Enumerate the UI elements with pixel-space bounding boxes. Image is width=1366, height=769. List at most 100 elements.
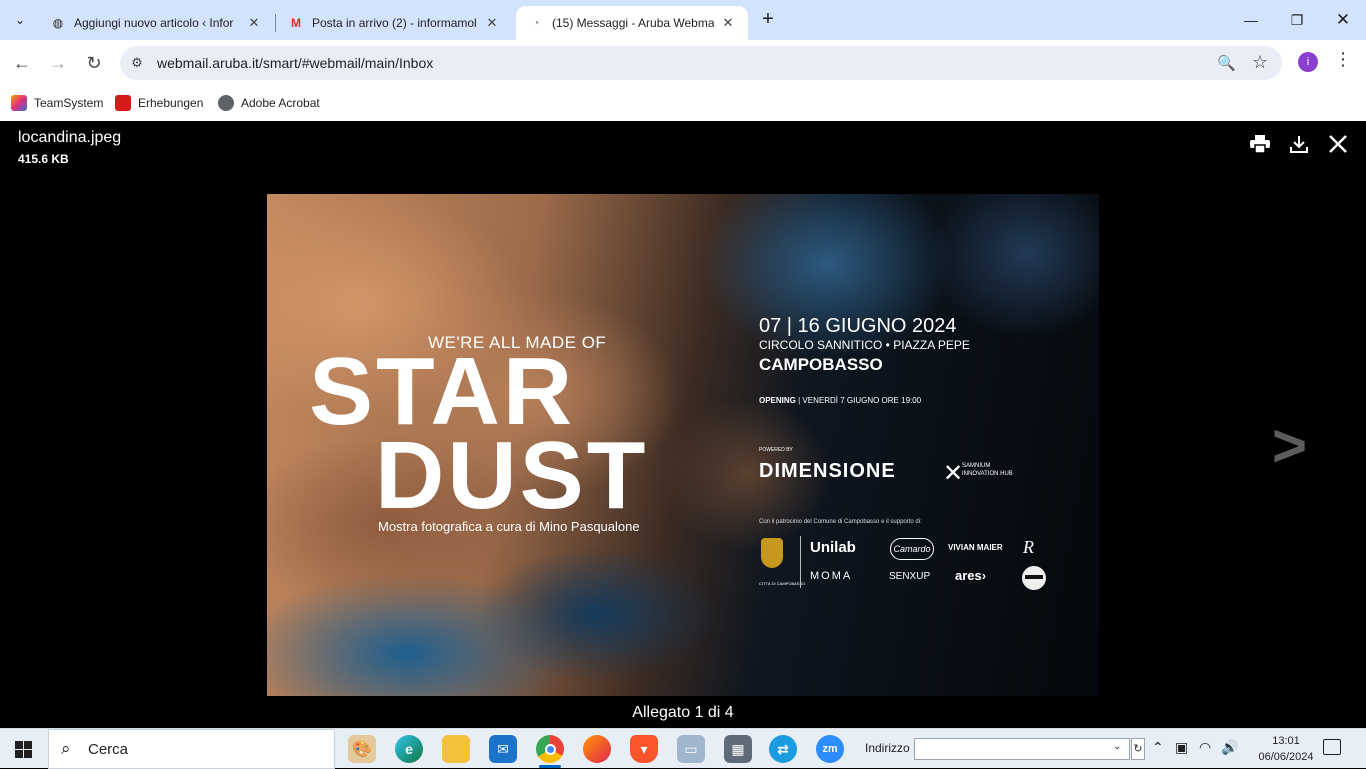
bookmark-label: Erhebungen (138, 96, 204, 110)
poster-venue: CIRCOLO SANNITICO • PIAZZA PEPE (759, 338, 970, 352)
poster-title-dust: DUST (375, 422, 649, 529)
system-clock[interactable]: 13:01 06/06/2024 (1256, 733, 1316, 765)
windows-logo-icon (24, 750, 32, 758)
file-size: 415.6 KB (18, 152, 69, 166)
moma-logo: MOMA (810, 570, 853, 582)
teamviewer-app-icon[interactable]: ⇄ (769, 735, 797, 763)
print-button[interactable] (1247, 131, 1273, 157)
address-go-button[interactable]: ↻ (1131, 738, 1145, 760)
poster-dates: 07 | 16 GIUGNO 2024 (759, 315, 957, 337)
reload-button[interactable]: ↻ (81, 50, 107, 76)
close-tab-icon[interactable]: ✕ (246, 15, 262, 31)
close-icon (1329, 135, 1347, 153)
tab-aruba-webmail[interactable]: ◔ (15) Messaggi - Aruba Webmail ✕ (516, 6, 748, 40)
next-attachment-button[interactable]: > (1272, 411, 1307, 480)
address-toolbar-label: Indirizzo (865, 741, 910, 755)
zoom-app-icon[interactable]: zm (816, 735, 844, 763)
file-explorer-icon[interactable] (442, 735, 470, 763)
meet-now-icon[interactable]: ▣ (1175, 739, 1188, 756)
bookmarks-bar: TeamSystem Erhebungen Adobe Acrobat (0, 86, 1366, 121)
edge-app-icon[interactable]: e (395, 735, 423, 763)
chrome-center-icon (544, 743, 556, 755)
windows-logo-icon (15, 741, 23, 749)
minimize-icon: — (1244, 12, 1258, 28)
url-text[interactable]: webmail.aruba.it/smart/#webmail/main/Inb… (157, 55, 433, 71)
campobasso-crest-icon (761, 538, 783, 568)
arrow-right-icon: → (49, 52, 67, 73)
tab-gmail[interactable]: M Posta in arrivo (2) - informamol ✕ (276, 6, 512, 40)
close-window-button[interactable]: ✕ (1320, 0, 1366, 40)
download-button[interactable] (1286, 131, 1312, 157)
profile-avatar[interactable]: i (1298, 52, 1318, 72)
tab-strip: ⌄ ◍ Aggiungi nuovo articolo ‹ Infor ✕ M … (0, 0, 1366, 40)
zoom-icon[interactable]: 🔍 (1217, 54, 1236, 72)
bookmark-label: TeamSystem (34, 96, 104, 110)
menu-kebab-icon[interactable]: ⋮ (1334, 49, 1352, 70)
poster-subtitle: Mostra fotografica a cura di Mino Pasqua… (378, 519, 640, 534)
chrome-app-icon[interactable] (536, 735, 564, 763)
tab-wordpress[interactable]: ◍ Aggiungi nuovo articolo ‹ Infor ✕ (38, 6, 274, 40)
poster-patronage: Con il patrocinio del Comune di Campobas… (759, 519, 922, 525)
address-toolbar-input[interactable] (914, 738, 1130, 760)
bookmark-adobe-acrobat[interactable]: Adobe Acrobat (218, 93, 320, 113)
attachment-viewer: locandina.jpeg 415.6 KB WE'RE ALL MADE O… (0, 121, 1366, 728)
sponsor-divider (800, 536, 801, 588)
bookmark-star-icon[interactable]: ☆ (1252, 52, 1268, 73)
search-icon: ⌕ (61, 739, 71, 758)
windows-logo-icon (15, 750, 23, 758)
mail-app-icon[interactable]: ✉ (489, 735, 517, 763)
calculator-app-icon[interactable]: ▦ (724, 735, 752, 763)
forward-button[interactable]: → (45, 50, 71, 76)
close-tab-icon[interactable]: ✕ (720, 15, 736, 31)
erhebungen-icon (115, 95, 131, 111)
aruba-icon: ◔ (532, 16, 540, 30)
notification-icon[interactable] (1323, 739, 1341, 755)
clock-time: 13:01 (1272, 735, 1300, 747)
r-logo: R (1023, 537, 1034, 557)
unilab-logo: Unilab (810, 539, 856, 556)
minimize-button[interactable]: — (1228, 0, 1274, 40)
samnium-logo-icon: ✕ (943, 460, 964, 487)
bookmark-erhebungen[interactable]: Erhebungen (115, 93, 203, 113)
taskbar: ⌕ Cerca 🎨 e ✉ ▾ ▭ ▦ ⇄ zm Indirizzo ⌄ ↻ ⌃… (0, 728, 1366, 769)
dimensione-logo: DIMENSIONE (759, 460, 896, 482)
file-name: locandina.jpeg (18, 129, 122, 146)
comune-label: CITTÀ DI CAMPOBASSO (759, 581, 806, 586)
download-icon (1290, 136, 1308, 153)
poster-powered-by: POWERED BY (759, 447, 793, 453)
new-tab-button[interactable]: + (757, 9, 779, 31)
printer-icon (1250, 135, 1270, 153)
teamsystem-icon (11, 95, 27, 111)
chevron-down-icon[interactable]: ⌄ (1113, 741, 1121, 752)
search-placeholder: Cerca (88, 741, 129, 758)
site-settings-icon[interactable]: ⚙ (129, 55, 145, 71)
wifi-icon[interactable]: ◠ (1199, 739, 1211, 756)
windows-logo-icon (24, 741, 32, 749)
camardo-logo: Camardo (890, 538, 934, 560)
address-bar[interactable]: ⚙ webmail.aruba.it/smart/#webmail/main/I… (120, 46, 1282, 80)
windows-start-button[interactable] (15, 741, 32, 758)
samnium-logo-text: SAMNIUM INNOVATION HUB (962, 463, 1013, 477)
poster-city: CAMPOBASSO (759, 355, 883, 374)
paint-app-icon[interactable]: 🎨 (348, 735, 376, 763)
poster-opening: OPENING | VENERDÌ 7 GIUGNO ORE 19:00 (759, 396, 921, 405)
taskbar-search[interactable]: ⌕ Cerca (48, 729, 335, 769)
restore-icon: ❐ (1290, 11, 1304, 28)
clock-date: 06/06/2024 (1258, 751, 1314, 763)
bookmark-label: Adobe Acrobat (241, 96, 320, 110)
arrow-left-icon: ← (13, 52, 31, 73)
this-pc-icon[interactable]: ▭ (677, 735, 705, 763)
firefox-app-icon[interactable] (583, 735, 611, 763)
bookmark-teamsystem[interactable]: TeamSystem (11, 93, 103, 113)
show-hidden-icons-chevron-icon[interactable]: ⌃ (1152, 739, 1164, 756)
close-viewer-button[interactable] (1325, 131, 1351, 157)
restore-button[interactable]: ❐ (1274, 0, 1320, 40)
volume-icon[interactable]: 🔊 (1221, 739, 1238, 756)
tab-search-button[interactable]: ⌄ (8, 8, 32, 32)
back-button[interactable]: ← (9, 50, 35, 76)
reload-icon: ↻ (86, 52, 102, 73)
attachment-counter: Allegato 1 di 4 (632, 704, 734, 721)
brave-app-icon[interactable]: ▾ (630, 735, 658, 763)
gmail-icon: M (291, 16, 301, 30)
close-tab-icon[interactable]: ✕ (484, 15, 500, 31)
